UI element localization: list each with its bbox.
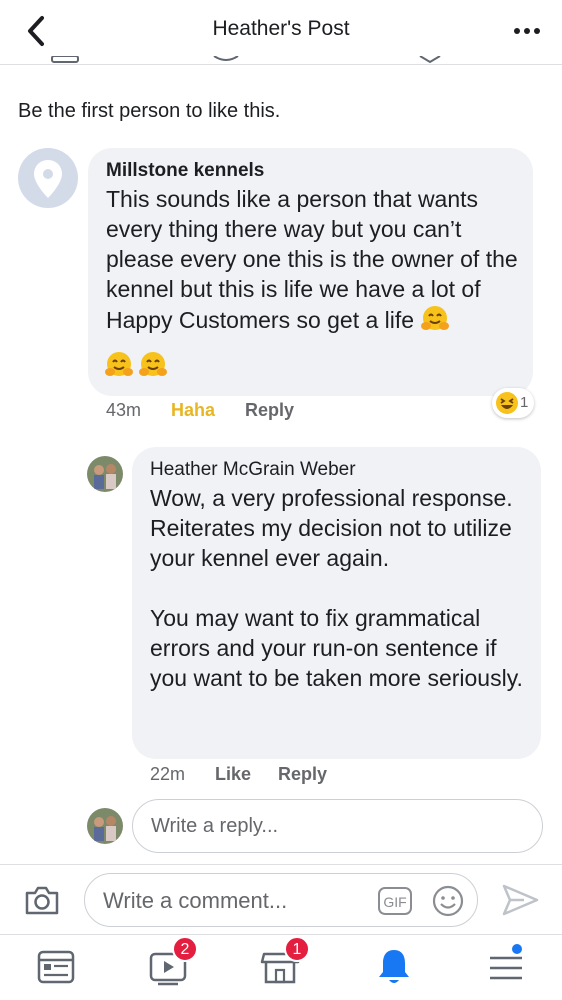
location-pin-avatar[interactable] [18, 148, 78, 208]
avatar[interactable] [87, 808, 123, 844]
page-title: Heather's Post [212, 17, 350, 40]
reply-button[interactable]: Reply [245, 400, 294, 421]
gif-label: GIF [383, 894, 406, 910]
profile-photo-icon [87, 456, 123, 492]
comment-input-placeholder: Write a comment... [103, 888, 288, 913]
top-bar: Heather's Post [0, 0, 562, 62]
nav-menu[interactable] [484, 942, 528, 988]
reaction-count-badge[interactable]: 1 [492, 388, 534, 418]
marketplace-badge: 1 [284, 936, 310, 962]
comment-bubble[interactable]: Millstone kennels This sounds like a per… [88, 148, 533, 396]
comment-timestamp: 43m [106, 400, 142, 420]
reply-input-placeholder: Write a reply... [151, 815, 279, 837]
notifications-bell-icon [379, 950, 409, 983]
likes-summary: Be the first person to like this. [18, 100, 281, 122]
emoji-picker-icon[interactable] [431, 884, 465, 918]
comment-body: This sounds like a person that wants eve… [106, 186, 518, 333]
more-options-icon[interactable] [512, 22, 542, 40]
haha-reaction-button[interactable]: Haha [171, 400, 215, 421]
reply-timestamp: 22m [150, 764, 186, 784]
nav-divider [0, 934, 562, 935]
nav-watch[interactable]: 2 [146, 936, 198, 988]
reply-author[interactable]: Heather McGrain Weber [150, 459, 356, 481]
reaction-count: 1 [520, 394, 529, 411]
reply-text: Wow, a very professional response. Reite… [150, 485, 523, 691]
hugging-emoji-icon [421, 306, 450, 330]
nav-news-feed[interactable] [34, 944, 78, 988]
composer-divider [0, 864, 562, 865]
comment-text: This sounds like a person that wants eve… [106, 184, 526, 335]
reply-button[interactable]: Reply [278, 764, 327, 785]
hugging-emoji-icon [105, 352, 133, 376]
avatar[interactable] [87, 456, 123, 492]
hugging-emoji-icon [139, 352, 168, 376]
reply-bubble[interactable]: Heather McGrain Weber Wow, a very profes… [132, 447, 541, 759]
nav-notifications[interactable] [372, 944, 416, 988]
news-feed-icon [37, 950, 75, 984]
send-icon[interactable] [500, 880, 540, 920]
comment-input[interactable]: Write a comment... GIF [84, 873, 478, 927]
comment-author[interactable]: Millstone kennels [106, 160, 264, 182]
post-actions-strip [51, 56, 441, 64]
emoji-row [104, 350, 168, 385]
location-pin-icon [34, 160, 62, 198]
menu-dot-badge [510, 942, 524, 956]
laughing-emoji-icon [496, 392, 518, 414]
reply-input[interactable]: Write a reply... [132, 799, 543, 853]
watch-badge: 2 [172, 936, 198, 962]
nav-marketplace[interactable]: 1 [258, 936, 310, 988]
like-button[interactable]: Like [215, 764, 251, 785]
gif-icon[interactable]: GIF [377, 886, 413, 916]
profile-photo-icon [87, 808, 123, 844]
camera-icon[interactable] [22, 880, 62, 920]
header-divider [0, 64, 562, 65]
